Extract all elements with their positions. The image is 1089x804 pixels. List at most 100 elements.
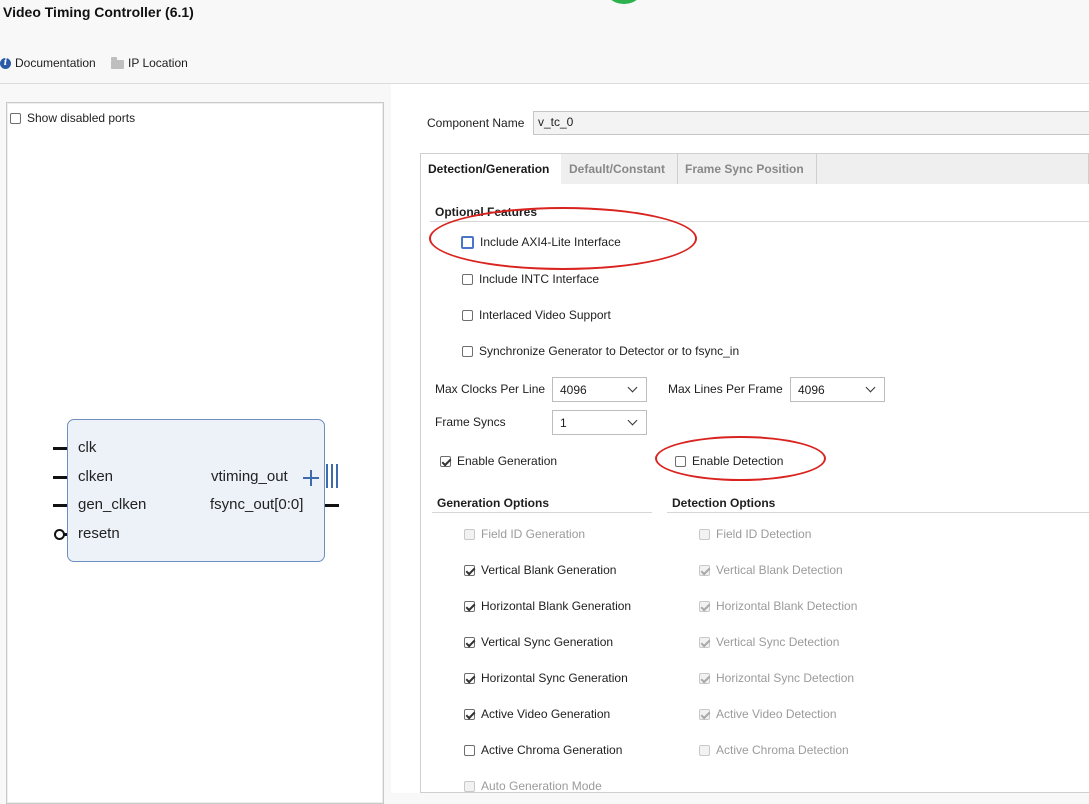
checkbox-label: Field ID Generation bbox=[481, 527, 586, 541]
bus-expand-icon[interactable] bbox=[303, 470, 319, 486]
documentation-label: Documentation bbox=[15, 56, 96, 70]
frame-syncs-value: 1 bbox=[560, 415, 567, 430]
checkbox-box[interactable] bbox=[462, 345, 473, 357]
horizontal-blank-generation-checkbox[interactable]: Horizontal Blank Generation bbox=[464, 599, 631, 613]
show-disabled-ports-checkbox[interactable]: Show disabled ports bbox=[10, 111, 135, 125]
synchronize-generator-checkbox[interactable]: Synchronize Generator to Detector or to … bbox=[462, 344, 739, 358]
port-resetn: resetn bbox=[78, 525, 120, 542]
checkbox-box[interactable] bbox=[464, 744, 475, 756]
checkbox-label: Include INTC Interface bbox=[479, 272, 600, 286]
checkbox-label: Vertical Blank Generation bbox=[481, 563, 617, 577]
vertical-sync-generation-checkbox[interactable]: Vertical Sync Generation bbox=[464, 635, 613, 649]
checkbox-box[interactable] bbox=[699, 672, 710, 684]
checkbox-label: Active Video Detection bbox=[716, 707, 837, 721]
checkbox-box[interactable] bbox=[464, 600, 475, 612]
generation-options-title: Generation Options bbox=[437, 496, 550, 510]
chevron-down-icon bbox=[627, 415, 638, 426]
auto-generation-mode-checkbox[interactable]: Auto Generation Mode bbox=[464, 779, 602, 793]
checkbox-box[interactable] bbox=[464, 528, 475, 540]
checkbox-label: Active Chroma Detection bbox=[716, 743, 849, 757]
annotation-ellipse-axi4 bbox=[429, 207, 697, 270]
pin-gen-clken bbox=[53, 504, 67, 507]
checkbox-label: Synchronize Generator to Detector or to … bbox=[479, 344, 740, 358]
checkbox-box[interactable] bbox=[462, 309, 473, 321]
checkbox-label: Vertical Sync Generation bbox=[481, 635, 614, 649]
tab-default-constant[interactable]: Default/Constant bbox=[562, 154, 678, 184]
checkbox-box[interactable] bbox=[464, 564, 475, 576]
checkbox-box[interactable] bbox=[699, 744, 710, 756]
show-disabled-ports-label: Show disabled ports bbox=[27, 111, 136, 125]
checkbox-label: Enable Generation bbox=[457, 454, 558, 468]
component-name-label: Component Name bbox=[427, 116, 525, 130]
port-vtiming-out: vtiming_out bbox=[211, 468, 288, 485]
folder-icon bbox=[111, 56, 124, 69]
checkbox-box[interactable] bbox=[464, 636, 475, 648]
checkbox-label: Horizontal Sync Detection bbox=[716, 671, 855, 685]
inverted-bubble-icon bbox=[54, 529, 65, 540]
horizontal-blank-detection-checkbox[interactable]: Horizontal Blank Detection bbox=[699, 599, 857, 613]
port-clk: clk bbox=[78, 439, 97, 456]
frame-syncs-label: Frame Syncs bbox=[435, 415, 506, 429]
max-lines-label: Max Lines Per Frame bbox=[668, 382, 783, 396]
pin-clk bbox=[53, 447, 67, 450]
ip-location-label: IP Location bbox=[128, 56, 188, 70]
bus-interface-icon bbox=[325, 464, 339, 488]
checkbox-box[interactable] bbox=[464, 672, 475, 684]
horizontal-sync-detection-checkbox[interactable]: Horizontal Sync Detection bbox=[699, 671, 854, 685]
port-clken: clken bbox=[78, 468, 114, 485]
active-chroma-detection-checkbox[interactable]: Active Chroma Detection bbox=[699, 743, 849, 757]
vertical-sync-detection-checkbox[interactable]: Vertical Sync Detection bbox=[699, 635, 839, 649]
section-divider bbox=[667, 512, 1089, 513]
checkbox-label: Horizontal Sync Generation bbox=[481, 671, 628, 685]
checkbox-box[interactable] bbox=[699, 600, 710, 612]
checkbox-label: Interlaced Video Support bbox=[479, 308, 611, 322]
component-name-input[interactable]: v_tc_0 bbox=[533, 111, 1089, 135]
max-clocks-value: 4096 bbox=[560, 382, 587, 397]
checkbox-label: Field ID Detection bbox=[716, 527, 812, 541]
checkbox-box[interactable] bbox=[464, 708, 475, 720]
vertical-blank-generation-checkbox[interactable]: Vertical Blank Generation bbox=[464, 563, 616, 577]
port-gen-clken: gen_clken bbox=[78, 496, 147, 513]
checkbox-label: Horizontal Blank Detection bbox=[716, 599, 858, 613]
chevron-down-icon bbox=[865, 382, 876, 393]
max-lines-value: 4096 bbox=[798, 382, 825, 397]
checkbox-box[interactable] bbox=[10, 112, 21, 124]
documentation-link[interactable]: i Documentation bbox=[0, 56, 96, 70]
checkbox-box[interactable] bbox=[462, 273, 473, 285]
include-intc-checkbox[interactable]: Include INTC Interface bbox=[462, 272, 599, 286]
horizontal-sync-generation-checkbox[interactable]: Horizontal Sync Generation bbox=[464, 671, 628, 685]
checkbox-label: Active Video Generation bbox=[481, 707, 611, 721]
pin-clken bbox=[53, 476, 67, 479]
checkbox-label: Active Chroma Generation bbox=[481, 743, 623, 757]
field-id-detection-checkbox[interactable]: Field ID Detection bbox=[699, 527, 811, 541]
active-video-detection-checkbox[interactable]: Active Video Detection bbox=[699, 707, 837, 721]
interlaced-video-checkbox[interactable]: Interlaced Video Support bbox=[462, 308, 611, 322]
checkbox-box[interactable] bbox=[699, 564, 710, 576]
logo-icon bbox=[602, 0, 646, 4]
enable-generation-checkbox[interactable]: Enable Generation bbox=[440, 454, 557, 468]
checkbox-label: Horizontal Blank Generation bbox=[481, 599, 632, 613]
tab-detection-generation[interactable]: Detection/Generation bbox=[421, 154, 561, 184]
max-lines-select[interactable]: 4096 bbox=[790, 377, 885, 402]
checkbox-box[interactable] bbox=[699, 636, 710, 648]
checkbox-box[interactable] bbox=[699, 708, 710, 720]
tab-frame-sync-position[interactable]: Frame Sync Position bbox=[678, 154, 817, 184]
section-divider bbox=[432, 512, 652, 513]
max-clocks-label: Max Clocks Per Line bbox=[435, 382, 546, 396]
port-fsync-out: fsync_out[0:0] bbox=[210, 496, 304, 513]
ip-location-link[interactable]: IP Location bbox=[111, 56, 188, 70]
info-icon: i bbox=[0, 57, 11, 69]
checkbox-box[interactable] bbox=[699, 528, 710, 540]
max-clocks-select[interactable]: 4096 bbox=[552, 377, 647, 402]
frame-syncs-select[interactable]: 1 bbox=[552, 410, 647, 435]
vertical-blank-detection-checkbox[interactable]: Vertical Blank Detection bbox=[699, 563, 843, 577]
active-chroma-generation-checkbox[interactable]: Active Chroma Generation bbox=[464, 743, 622, 757]
chevron-down-icon bbox=[627, 382, 638, 393]
checkbox-box[interactable] bbox=[464, 780, 475, 792]
field-id-generation-checkbox[interactable]: Field ID Generation bbox=[464, 527, 585, 541]
window-title: Video Timing Controller (6.1) bbox=[3, 4, 194, 20]
detection-options-title: Detection Options bbox=[672, 496, 776, 510]
checkbox-label: Vertical Sync Detection bbox=[716, 635, 840, 649]
active-video-generation-checkbox[interactable]: Active Video Generation bbox=[464, 707, 610, 721]
checkbox-box[interactable] bbox=[440, 455, 451, 467]
